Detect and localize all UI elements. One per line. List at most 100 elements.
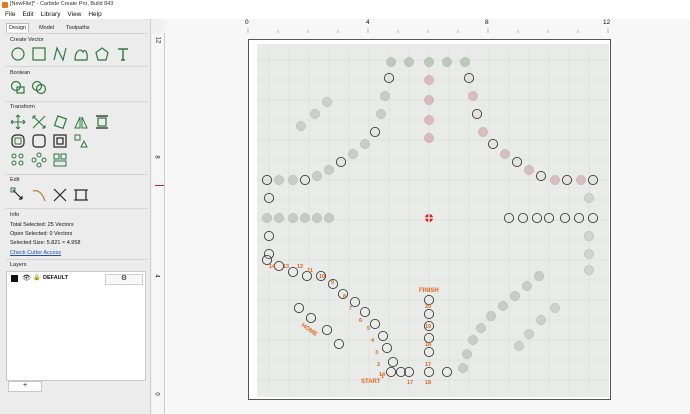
peg-hole[interactable] — [387, 356, 398, 367]
menu-file[interactable]: File — [5, 11, 15, 18]
peg-hole[interactable] — [500, 149, 510, 159]
peg-hole[interactable] — [584, 249, 594, 259]
peg-hole[interactable] — [441, 366, 452, 377]
peg-hole[interactable] — [324, 213, 334, 223]
peg-hole[interactable] — [487, 139, 498, 150]
peg-hole[interactable] — [424, 115, 434, 125]
peg-hole[interactable] — [534, 271, 544, 281]
peg-hole[interactable] — [468, 335, 478, 345]
peg-hole[interactable] — [348, 149, 358, 159]
peg-hole[interactable] — [535, 170, 546, 181]
peg-hole[interactable] — [511, 157, 522, 168]
peg-hole[interactable] — [360, 306, 371, 317]
inner-offset-icon[interactable] — [52, 133, 68, 149]
peg-hole[interactable] — [536, 315, 546, 325]
peg-hole[interactable] — [274, 213, 284, 223]
circular-array-icon[interactable] — [31, 152, 47, 168]
peg-hole[interactable] — [377, 330, 388, 341]
peg-hole[interactable] — [463, 73, 474, 84]
align-icon[interactable] — [94, 114, 110, 130]
fillet-icon[interactable] — [31, 133, 47, 149]
mirror-icon[interactable] — [73, 114, 89, 130]
text-tool-icon[interactable] — [115, 46, 131, 62]
peg-hole[interactable] — [386, 57, 396, 67]
peg-hole[interactable] — [310, 109, 320, 119]
peg-hole[interactable] — [424, 57, 434, 67]
peg-hole[interactable] — [403, 366, 414, 377]
check-cutter-access-link[interactable]: Check Cutter Access — [10, 250, 61, 256]
peg-hole[interactable] — [306, 312, 317, 323]
peg-hole[interactable] — [584, 193, 594, 203]
peg-hole[interactable] — [312, 213, 322, 223]
boolean-subtract-icon[interactable] — [31, 79, 47, 95]
stock-board[interactable]: 14 13 12 11 10 9 8 7 6 5 4 3 2 1 14 17 18 20 19 18 17 FINISH H… — [248, 39, 611, 400]
move-icon[interactable] — [10, 114, 26, 130]
peg-hole[interactable] — [424, 95, 434, 105]
peg-hole[interactable] — [510, 291, 520, 301]
peg-hole[interactable] — [462, 349, 472, 359]
eye-icon[interactable]: 👁 — [22, 274, 31, 282]
nest-icon[interactable] — [52, 152, 68, 168]
peg-hole[interactable] — [524, 165, 534, 175]
peg-hole[interactable] — [531, 212, 542, 223]
tab-design[interactable]: Design — [6, 23, 30, 32]
peg-hole[interactable] — [486, 311, 496, 321]
peg-hole[interactable] — [424, 75, 434, 85]
peg-hole[interactable] — [584, 265, 594, 275]
peg-hole[interactable] — [360, 139, 370, 149]
peg-hole[interactable] — [262, 213, 272, 223]
peg-hole[interactable] — [423, 366, 434, 377]
peg-hole[interactable] — [442, 57, 452, 67]
menu-help[interactable]: Help — [88, 11, 101, 18]
circle-tool-icon[interactable] — [10, 46, 26, 62]
peg-hole[interactable] — [370, 318, 381, 329]
join-icon[interactable] — [52, 187, 68, 203]
peg-hole[interactable] — [322, 97, 332, 107]
peg-hole[interactable] — [370, 127, 381, 138]
peg-hole[interactable] — [584, 231, 594, 241]
menu-edit[interactable]: Edit — [22, 11, 33, 18]
peg-hole[interactable] — [381, 342, 392, 353]
add-layer-button[interactable]: + — [8, 381, 42, 392]
peg-hole[interactable] — [322, 324, 333, 335]
peg-hole[interactable] — [324, 165, 334, 175]
peg-hole[interactable] — [300, 213, 310, 223]
peg-hole[interactable] — [336, 157, 347, 168]
peg-hole[interactable] — [550, 175, 560, 185]
node-edit-icon[interactable] — [10, 187, 26, 203]
peg-hole[interactable] — [274, 175, 284, 185]
peg-hole[interactable] — [561, 174, 572, 185]
layer-row[interactable]: 👁 🔒 DEFAULT ⚙ — [9, 274, 143, 285]
tab-model[interactable]: Model — [37, 24, 56, 32]
peg-hole[interactable] — [559, 212, 570, 223]
pattern-icon[interactable] — [73, 133, 89, 149]
peg-hole[interactable] — [263, 230, 274, 241]
peg-hole[interactable] — [460, 57, 470, 67]
peg-hole[interactable] — [587, 212, 598, 223]
peg-hole[interactable] — [423, 346, 434, 357]
peg-hole[interactable] — [573, 212, 584, 223]
bounding-box-icon[interactable] — [73, 187, 89, 203]
peg-hole[interactable] — [458, 363, 468, 373]
peg-hole[interactable] — [380, 91, 390, 101]
peg-hole[interactable] — [334, 338, 345, 349]
peg-hole[interactable] — [576, 175, 586, 185]
peg-hole[interactable] — [296, 121, 306, 131]
peg-hole[interactable] — [503, 212, 514, 223]
menu-library[interactable]: Library — [41, 11, 61, 18]
peg-hole[interactable] — [543, 212, 554, 223]
scale-icon[interactable] — [31, 114, 47, 130]
peg-hole[interactable] — [263, 192, 274, 203]
peg-hole[interactable] — [517, 212, 528, 223]
peg-hole[interactable] — [300, 174, 311, 185]
peg-hole[interactable] — [288, 213, 298, 223]
peg-hole[interactable] — [376, 109, 386, 119]
peg-hole[interactable] — [468, 91, 478, 101]
peg-hole[interactable] — [524, 329, 534, 339]
polygon-tool-icon[interactable] — [94, 46, 110, 62]
gear-icon[interactable]: ⚙ — [105, 274, 143, 285]
peg-hole[interactable] — [522, 281, 532, 291]
rectangle-tool-icon[interactable] — [31, 46, 47, 62]
peg-hole[interactable] — [423, 308, 434, 319]
peg-hole[interactable] — [312, 171, 322, 181]
